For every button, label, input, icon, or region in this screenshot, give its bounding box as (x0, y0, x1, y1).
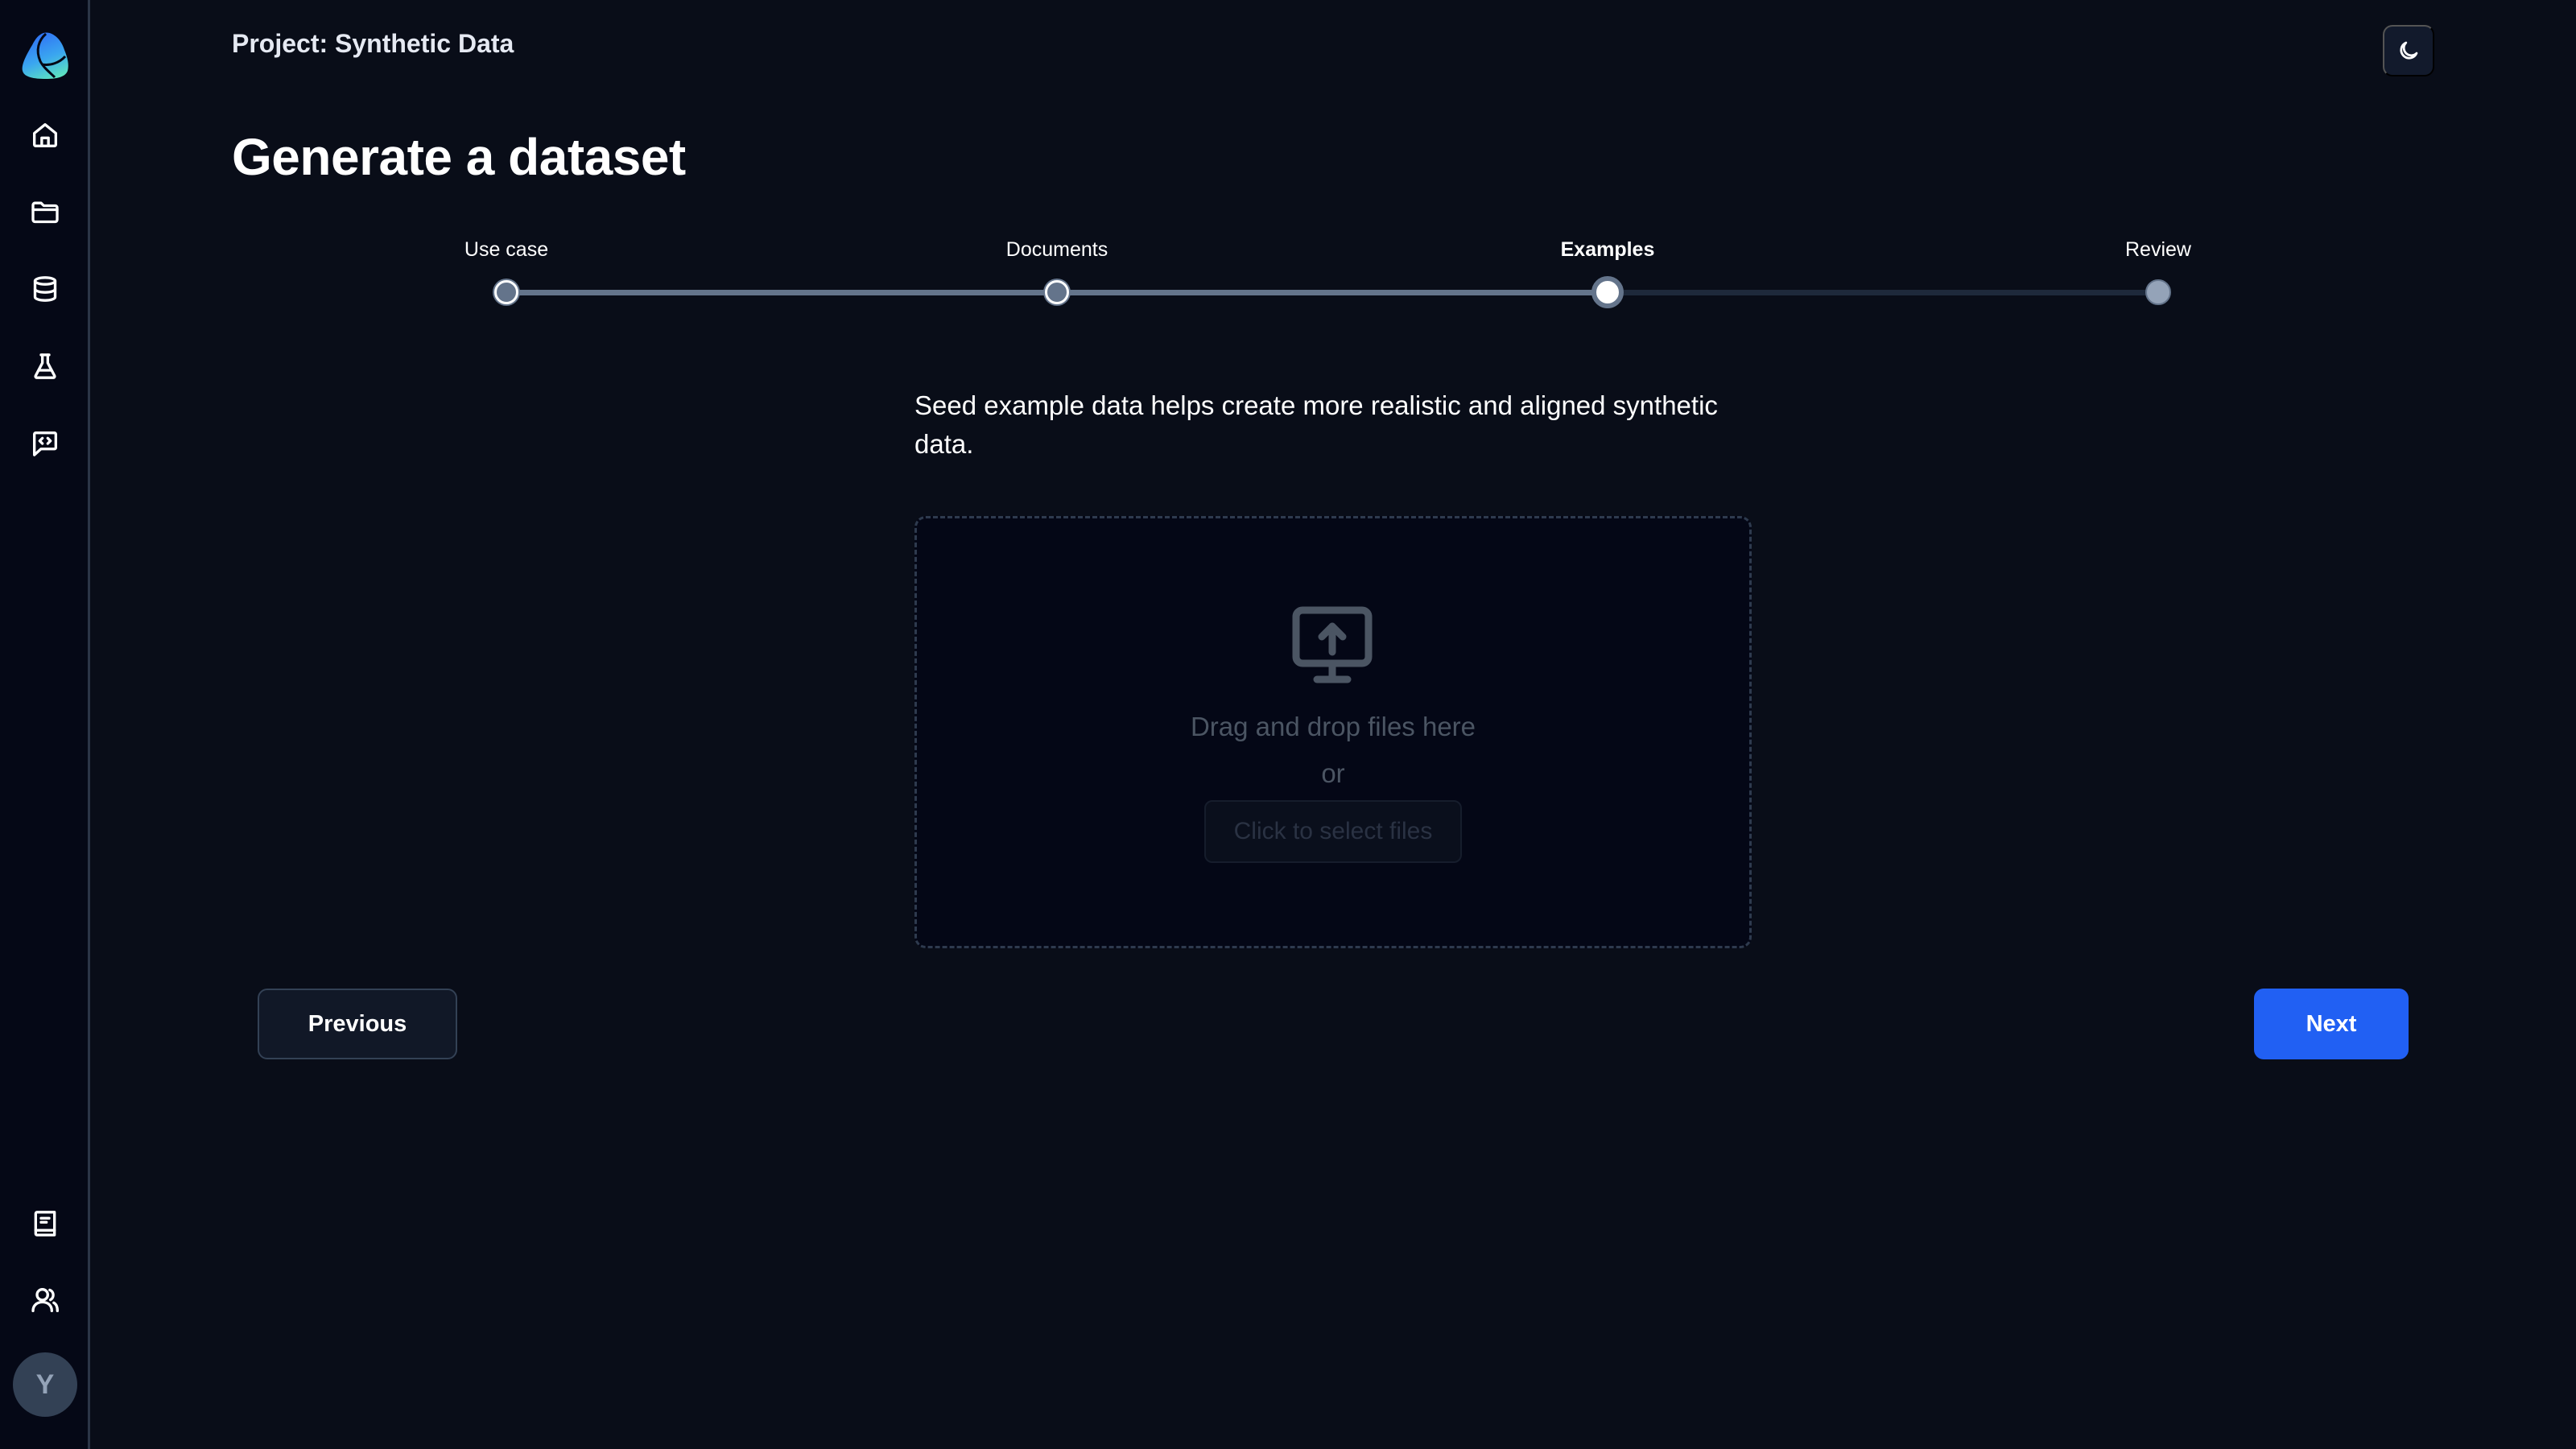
examples-description: Seed example data helps create more real… (914, 390, 1718, 459)
next-button[interactable]: Next (2254, 989, 2409, 1059)
step-dot-examples[interactable] (1591, 276, 1624, 308)
home-icon (33, 123, 58, 147)
sidebar-item-datasets[interactable] (24, 268, 66, 310)
stepper-track-remaining (1607, 290, 2157, 295)
app-logo-icon[interactable] (19, 29, 72, 82)
sidebar-item-experiments[interactable] (24, 345, 66, 387)
book-icon (34, 1211, 56, 1236)
code-chat-icon (33, 431, 58, 456)
step-dot-documents[interactable] (1045, 280, 1069, 304)
sidebar: Y (0, 0, 90, 1449)
step-label-documents[interactable]: Documents (1006, 238, 1108, 262)
moon-icon (2400, 41, 2418, 60)
previous-button[interactable]: Previous (258, 989, 457, 1059)
project-title: Project: Synthetic Data (232, 29, 514, 58)
folder-icon (31, 201, 59, 224)
sidebar-item-home[interactable] (24, 114, 66, 156)
flask-icon (34, 353, 56, 379)
drag-drop-text: Drag and drop files here (1190, 712, 1476, 741)
sidebar-item-prompts[interactable] (24, 423, 66, 464)
step-label-review[interactable]: Review (2125, 238, 2191, 262)
sidebar-item-projects[interactable] (24, 191, 66, 233)
step-label-examples[interactable]: Examples (1561, 238, 1655, 262)
sidebar-item-team[interactable] (24, 1279, 66, 1321)
sidebar-item-docs[interactable] (24, 1203, 66, 1245)
database-icon (33, 276, 57, 302)
monitor-upload-icon (1290, 605, 1375, 686)
step-dot-review[interactable] (2145, 279, 2171, 305)
avatar-initial: Y (35, 1368, 55, 1400)
theme-toggle-button[interactable] (2383, 25, 2434, 76)
select-files-button[interactable]: Click to select files (1204, 800, 1462, 863)
step-dot-use-case[interactable] (494, 280, 518, 304)
user-avatar[interactable]: Y (13, 1352, 77, 1417)
or-text: or (1321, 758, 1345, 788)
page-title: Generate a dataset (232, 128, 686, 186)
step-label-use-case[interactable]: Use case (464, 238, 548, 262)
users-icon (31, 1288, 60, 1312)
